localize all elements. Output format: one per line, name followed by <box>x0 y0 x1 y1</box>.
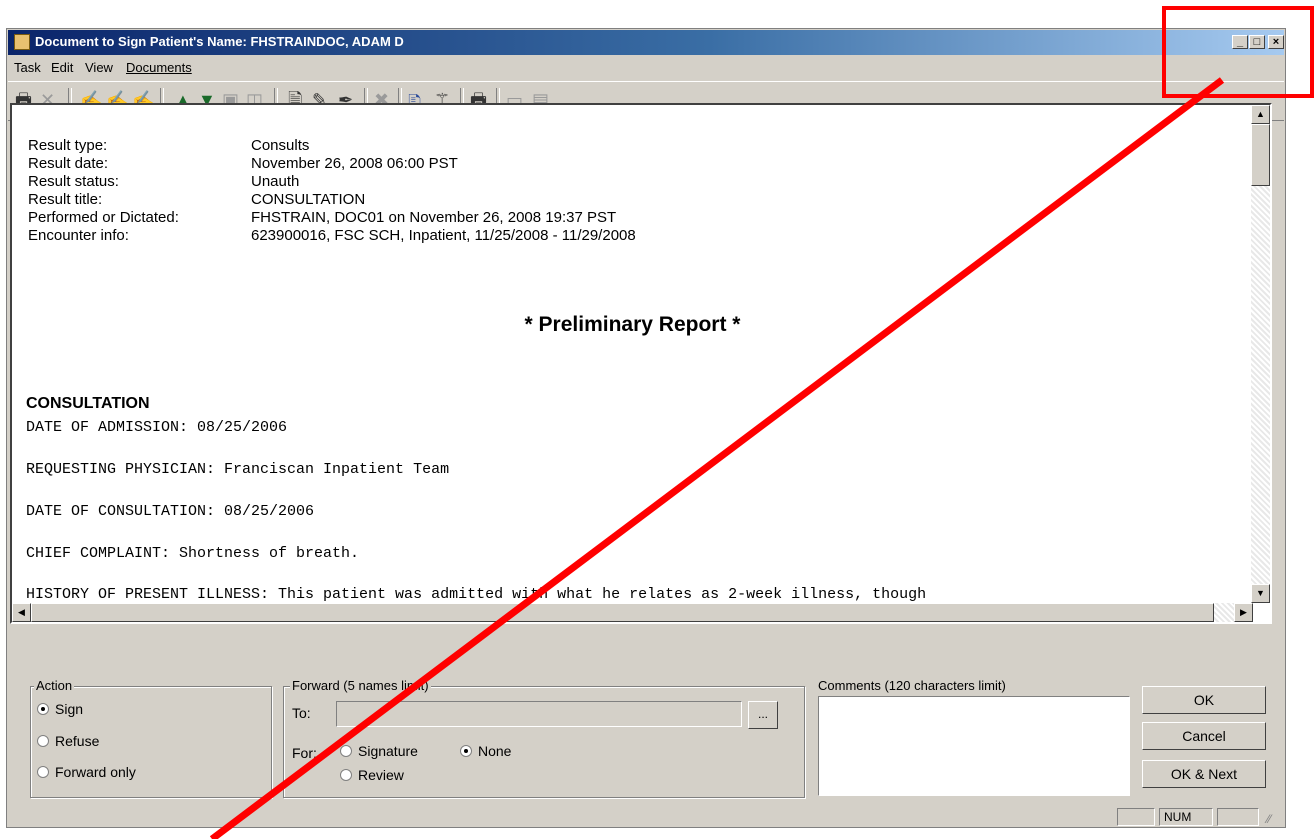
annotation-line-stroke <box>209 77 1225 839</box>
annotation-line <box>209 77 1225 839</box>
